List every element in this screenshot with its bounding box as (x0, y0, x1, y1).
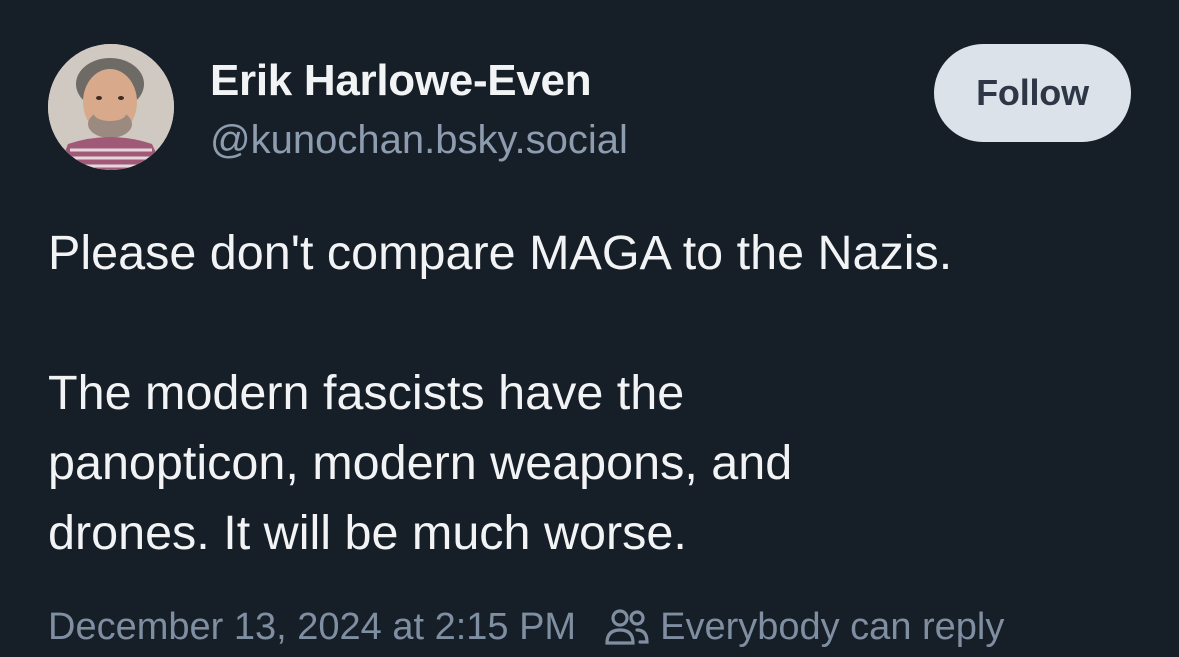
post-timestamp[interactable]: December 13, 2024 at 2:15 PM (48, 606, 576, 649)
profile-photo-icon (48, 44, 174, 170)
reply-setting[interactable]: Everybody can reply (604, 606, 1004, 649)
reply-setting-label: Everybody can reply (660, 605, 1005, 648)
post-paragraph: Please don't compare MAGA to the Nazis. (48, 226, 953, 280)
post-line: The modern fascists have the (48, 366, 685, 420)
author-handle[interactable]: @kunochan.bsky.social (210, 118, 628, 163)
post-line: drones. It will be much worse. (48, 506, 687, 560)
post-line: panopticon, modern weapons, and (48, 436, 793, 490)
follow-button[interactable]: Follow (934, 44, 1131, 142)
post-text: Please don't compare MAGA to the Nazis. … (48, 218, 1158, 568)
post-card: Erik Harlowe-Even @kunochan.bsky.social … (0, 0, 1179, 652)
author-avatar[interactable] (48, 44, 174, 170)
author-display-name[interactable]: Erik Harlowe-Even (210, 56, 592, 106)
post-meta: December 13, 2024 at 2:15 PM Everybody c… (48, 602, 1004, 652)
people-icon (604, 607, 650, 647)
